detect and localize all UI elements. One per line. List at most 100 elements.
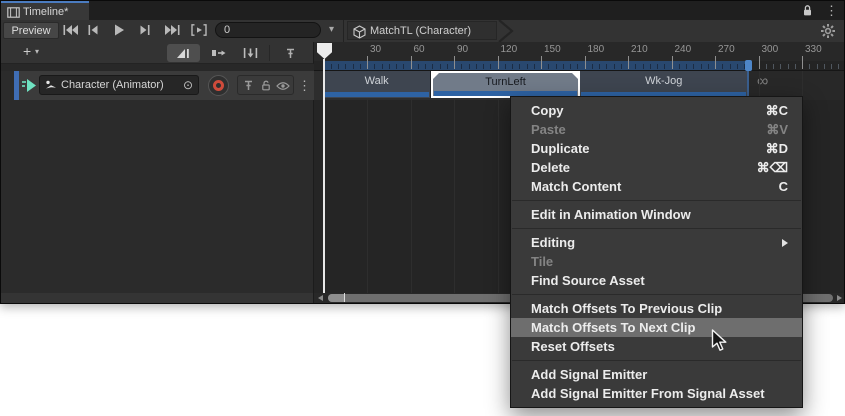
menu-item-match-offsets-to-next-clip[interactable]: Match Offsets To Next Clip [511,318,802,337]
ruler-tick [505,64,506,69]
menu-separator [512,360,801,361]
ruler-tick [577,64,578,69]
ruler-tick [374,64,375,69]
ruler-tick [701,64,702,69]
ruler-tick-label: 150 [544,44,561,55]
clip-walk[interactable]: Walk [324,71,431,98]
ruler-tick [527,64,528,69]
ruler-ticks-layer: 0306090120150180210240270300330 [1,1,844,71]
menu-item-label: Add Signal Emitter [531,367,788,382]
ruler-tick-label: 270 [718,44,735,55]
menu-item-shortcut: ⌘V [766,122,788,138]
ruler-tick [722,64,723,69]
menu-item-add-signal-emitter-from-signal-asset[interactable]: Add Signal Emitter From Signal Asset [511,384,802,403]
grid-line [498,71,499,293]
menu-separator [512,294,801,295]
ruler-tick [345,64,346,69]
menu-item-match-offsets-to-previous-clip[interactable]: Match Offsets To Previous Clip [511,299,802,318]
clip-ease-handle[interactable] [572,73,578,79]
menu-item-label: Match Offsets To Next Clip [531,320,788,335]
ruler-tick [788,64,789,69]
ruler-tick [541,56,542,69]
clip-ease-handle[interactable] [433,73,439,79]
ruler-tick [403,64,404,69]
menu-item-duplicate[interactable]: Duplicate⌘D [511,139,802,158]
menu-item-find-source-asset[interactable]: Find Source Asset [511,271,802,290]
menu-separator [512,228,801,229]
ruler-tick [708,64,709,69]
ruler-tick-label: 120 [501,44,518,55]
menu-item-add-signal-emitter[interactable]: Add Signal Emitter [511,365,802,384]
menu-item-label: Reset Offsets [531,339,788,354]
ruler-tick [476,64,477,69]
menu-item-label: Delete [531,160,745,175]
ruler-tick [650,64,651,69]
ruler-tick [338,64,339,69]
clip-label: Walk [324,75,430,87]
menu-item-copy[interactable]: Copy⌘C [511,101,802,120]
mouse-cursor-icon [711,329,728,353]
menu-item-delete[interactable]: Delete ⌘⌫ [511,158,802,177]
scrollbar-left-arrow-icon[interactable] [318,295,323,301]
clip-stripe [325,92,429,97]
playhead-line [323,59,325,293]
ruler-tick [824,64,825,69]
menu-item-label: Copy [531,103,754,118]
ruler-tick-label: 90 [457,44,468,55]
menu-item-editing[interactable]: Editing [511,233,802,252]
submenu-arrow-icon [782,239,788,247]
ruler-tick [592,64,593,69]
ruler-tick [469,64,470,69]
ruler-tick [831,64,832,69]
ruler-tick [795,64,796,69]
grid-line [367,71,368,293]
ruler-tick [737,64,738,69]
scrollbar-tick [344,293,345,302]
ruler-tick [621,64,622,69]
ruler-tick [425,64,426,69]
duration-end-marker[interactable] [745,60,752,71]
ruler-tick [635,64,636,69]
ruler-tick [432,64,433,69]
ruler-tick-label: 330 [805,44,822,55]
ruler-tick [367,56,368,69]
ruler-tick [440,64,441,69]
ruler-tick-label: 180 [588,44,605,55]
ruler-tick [498,56,499,69]
scrollbar-right-arrow-icon[interactable] [837,295,842,301]
ruler-tick [766,64,767,69]
clip-wk-jog[interactable]: Wk-Jog [580,71,748,98]
ruler-tick [817,64,818,69]
ruler-tick [418,64,419,69]
left-panel-footer [1,293,314,303]
ruler-tick-label: 60 [414,44,425,55]
clip-turnleft[interactable]: TurnLeft [431,71,580,98]
ruler-tick [643,64,644,69]
ruler-tick [563,64,564,69]
context-menu: Copy⌘CPaste⌘VDuplicate⌘D Delete ⌘⌫Match Co… [510,96,803,408]
menu-item-paste: Paste⌘V [511,120,802,139]
ruler-tick [483,64,484,69]
menu-item-tile: Tile [511,252,802,271]
ruler-tick [570,64,571,69]
menu-item-label: Add Signal Emitter From Signal Asset [531,386,788,401]
ruler-tick [519,64,520,69]
ruler-tick [606,64,607,69]
ruler-tick [759,56,760,69]
ruler-tick-label: 210 [631,44,648,55]
ruler-tick [628,56,629,69]
ruler-tick [382,64,383,69]
menu-item-shortcut: ⌘⌫ [757,160,788,176]
ruler-tick [454,56,455,69]
ruler-tick [396,64,397,69]
ruler-tick [447,64,448,69]
ruler-tick [693,64,694,69]
ruler-tick-label: 300 [762,44,779,55]
context-menu-items: Copy⌘CPaste⌘VDuplicate⌘D Delete ⌘⌫Match Co… [511,101,802,403]
ruler-tick [657,64,658,69]
menu-item-reset-offsets[interactable]: Reset Offsets [511,337,802,356]
menu-item-edit-in-animation-window[interactable]: Edit in Animation Window [511,205,802,224]
ruler-tick [672,56,673,69]
ruler-tick [780,64,781,69]
menu-item-match-content[interactable]: Match ContentC [511,177,802,196]
